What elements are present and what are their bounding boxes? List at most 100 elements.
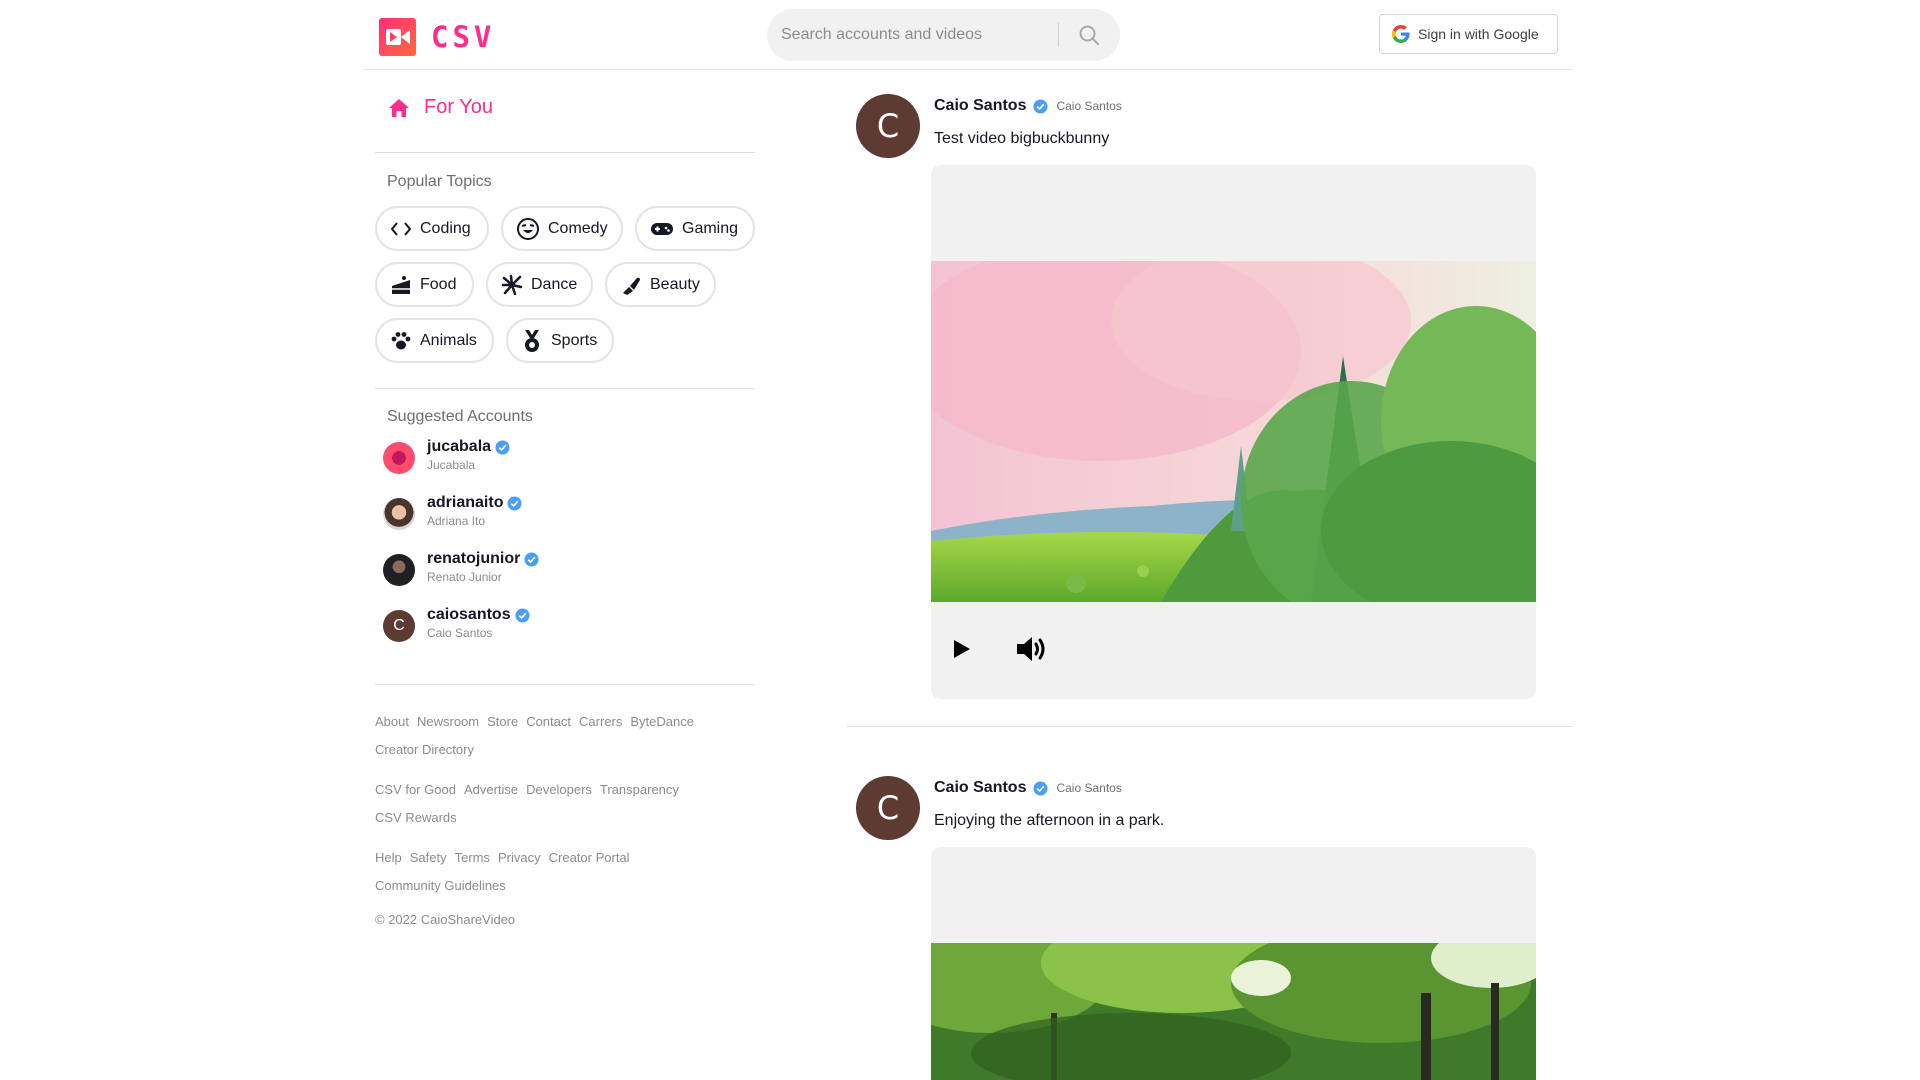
google-icon bbox=[1392, 25, 1410, 43]
avatar bbox=[383, 442, 415, 474]
post-caption: Enjoying the afternoon in a park. bbox=[934, 812, 1165, 829]
footer-link-newsroom[interactable]: Newsroom bbox=[417, 714, 479, 729]
verified-badge-icon bbox=[1033, 98, 1048, 114]
laughing-face-icon bbox=[517, 217, 539, 240]
footer-link-transparency[interactable]: Transparency bbox=[600, 782, 679, 797]
topic-coding[interactable]: Coding bbox=[375, 206, 489, 251]
topic-label: Sports bbox=[551, 331, 598, 349]
account-item-renatojunior[interactable]: renatojunior Renato Junior bbox=[383, 550, 539, 598]
sidebar-divider bbox=[375, 152, 755, 153]
account-username: jucabala bbox=[427, 438, 492, 455]
medal-icon bbox=[525, 329, 539, 352]
video-frame[interactable] bbox=[931, 261, 1536, 602]
account-username: adrianaito bbox=[427, 494, 504, 511]
topic-comedy[interactable]: Comedy bbox=[501, 206, 623, 251]
footer-link-privacy[interactable]: Privacy bbox=[498, 850, 541, 865]
topic-food[interactable]: Food bbox=[375, 262, 474, 307]
topic-animals[interactable]: Animals bbox=[375, 318, 494, 363]
footer-link-creator-portal[interactable]: Creator Portal bbox=[549, 850, 630, 865]
footer-group-1: About Newsroom Store Contact Carrers ByteDanc… bbox=[375, 708, 755, 764]
suggested-accounts-title: Suggested Accounts bbox=[387, 408, 533, 425]
account-username: caiosantos bbox=[427, 606, 511, 623]
code-icon bbox=[390, 221, 412, 236]
avatar bbox=[383, 498, 415, 530]
footer-link-advertise[interactable]: Advertise bbox=[464, 782, 518, 797]
logo-text: CSV bbox=[431, 20, 496, 54]
post-avatar[interactable]: C bbox=[856, 94, 920, 158]
footer-link-about[interactable]: About bbox=[375, 714, 409, 729]
post-header: Caio Santos Caio Santos bbox=[934, 779, 1122, 797]
search-button[interactable] bbox=[1072, 21, 1106, 49]
topic-label: Dance bbox=[531, 275, 578, 293]
footer-link-bytedance[interactable]: ByteDance bbox=[630, 714, 694, 729]
post-nickname: Caio Santos bbox=[1056, 781, 1122, 795]
verified-badge-icon bbox=[507, 495, 522, 511]
verified-badge-icon bbox=[515, 607, 530, 623]
search-bar bbox=[767, 9, 1120, 61]
lipstick-icon bbox=[623, 277, 640, 295]
search-icon bbox=[1079, 25, 1099, 45]
post-caption: Test video bigbuckbunny bbox=[934, 130, 1110, 147]
sidebar-divider bbox=[375, 388, 755, 389]
footer-group-2: CSV for Good Advertise Developers Transpare… bbox=[375, 776, 755, 832]
account-display-name: Renato Junior bbox=[427, 570, 502, 584]
sidebar-divider bbox=[375, 684, 755, 685]
account-display-name: Adriana Ito bbox=[427, 514, 486, 528]
avatar bbox=[383, 554, 415, 586]
google-signin-button[interactable]: Sign in with Google bbox=[1379, 14, 1558, 54]
sidebar-item-for-you[interactable]: For You bbox=[388, 96, 493, 119]
post-username[interactable]: Caio Santos bbox=[934, 779, 1026, 797]
topic-label: Animals bbox=[420, 331, 477, 349]
play-icon bbox=[954, 640, 970, 658]
video-player[interactable] bbox=[931, 847, 1536, 1080]
footer-link-store[interactable]: Store bbox=[487, 714, 518, 729]
play-button[interactable] bbox=[943, 631, 979, 667]
account-item-caiosantos[interactable]: C caiosantos Caio Santos bbox=[383, 606, 530, 654]
footer-link-safety[interactable]: Safety bbox=[410, 850, 447, 865]
logo-camera-icon bbox=[379, 18, 416, 56]
avatar: C bbox=[383, 610, 415, 642]
header-divider bbox=[363, 69, 1573, 70]
video-controls bbox=[931, 602, 1536, 699]
topic-label: Coding bbox=[420, 219, 471, 237]
footer-link-contact[interactable]: Contact bbox=[526, 714, 571, 729]
footer-link-csv-rewards[interactable]: CSV Rewards bbox=[375, 810, 457, 825]
topic-sports[interactable]: Sports bbox=[506, 318, 614, 363]
topic-dance[interactable]: Dance bbox=[486, 262, 593, 307]
video-frame[interactable] bbox=[931, 943, 1536, 1080]
post-username[interactable]: Caio Santos bbox=[934, 97, 1026, 115]
post-avatar[interactable]: C bbox=[856, 776, 920, 840]
account-username: renatojunior bbox=[427, 550, 521, 567]
account-item-jucabala[interactable]: jucabala Jucabala bbox=[383, 438, 510, 486]
topic-beauty[interactable]: Beauty bbox=[605, 262, 716, 307]
volume-icon bbox=[1017, 637, 1045, 661]
footer-link-terms[interactable]: Terms bbox=[455, 850, 490, 865]
post-nickname: Caio Santos bbox=[1056, 99, 1122, 113]
popular-topics-title: Popular Topics bbox=[387, 173, 492, 190]
topic-gaming[interactable]: Gaming bbox=[635, 206, 755, 251]
topic-label: Gaming bbox=[682, 219, 739, 237]
search-divider bbox=[1058, 23, 1059, 47]
verified-badge-icon bbox=[524, 551, 539, 567]
logo[interactable]: CSV bbox=[379, 18, 495, 56]
footer-link-csv-for-good[interactable]: CSV for Good bbox=[375, 782, 456, 797]
topic-label: Comedy bbox=[548, 219, 608, 237]
footer-links: About Newsroom Store Contact Carrers ByteDanc… bbox=[375, 708, 755, 927]
verified-badge-icon bbox=[1033, 780, 1048, 796]
footer-link-community-guidelines[interactable]: Community Guidelines bbox=[375, 878, 506, 893]
feed-divider bbox=[847, 726, 1573, 727]
footer-link-help[interactable]: Help bbox=[375, 850, 402, 865]
footer-group-3: Help Safety Terms Privacy Creator Portal Comm… bbox=[375, 844, 755, 900]
top-header: CSV Sign in with Google bbox=[0, 0, 1920, 70]
footer-link-carrers[interactable]: Carrers bbox=[579, 714, 622, 729]
account-item-adrianaito[interactable]: adrianaito Adriana Ito bbox=[383, 494, 522, 542]
footer-link-developers[interactable]: Developers bbox=[526, 782, 592, 797]
paw-icon bbox=[391, 331, 411, 349]
gamepad-icon bbox=[651, 222, 673, 235]
search-input[interactable] bbox=[781, 21, 1061, 49]
cake-icon bbox=[392, 275, 410, 294]
volume-button[interactable] bbox=[1015, 631, 1051, 667]
footer-link-creator-directory[interactable]: Creator Directory bbox=[375, 742, 474, 757]
video-player[interactable] bbox=[931, 165, 1536, 699]
dance-icon bbox=[501, 274, 523, 295]
